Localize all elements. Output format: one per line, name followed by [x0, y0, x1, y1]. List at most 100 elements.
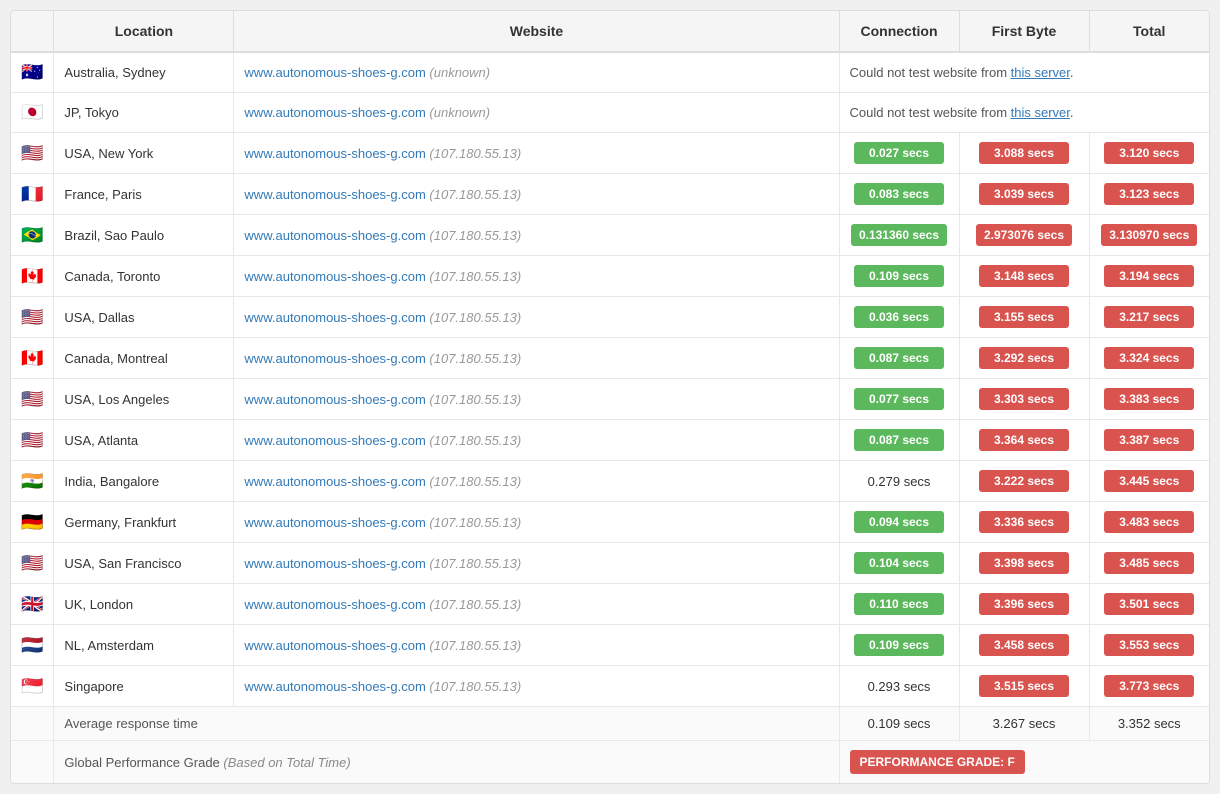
- flag-icon: 🇺🇸: [21, 389, 43, 409]
- website-url[interactable]: www.autonomous-shoes-g.com: [244, 638, 429, 653]
- flag-icon: 🇬🇧: [21, 594, 43, 614]
- website-url[interactable]: www.autonomous-shoes-g.com: [244, 433, 429, 448]
- col-total-header: Total: [1089, 11, 1209, 52]
- website-url[interactable]: www.autonomous-shoes-g.com: [244, 597, 429, 612]
- flag-icon: 🇺🇸: [21, 430, 43, 450]
- flag-icon: 🇦🇺: [21, 62, 43, 82]
- website-cell: www.autonomous-shoes-g.com (107.180.55.1…: [234, 174, 839, 215]
- website-cell: www.autonomous-shoes-g.com (107.180.55.1…: [234, 133, 839, 174]
- first-byte-badge: 3.148 secs: [979, 265, 1069, 287]
- connection-cell: 0.083 secs: [839, 174, 959, 215]
- website-cell: www.autonomous-shoes-g.com (107.180.55.1…: [234, 461, 839, 502]
- website-cell: www.autonomous-shoes-g.com (unknown): [234, 93, 839, 133]
- avg-first-byte: 3.267 secs: [959, 707, 1089, 741]
- first-byte-cell: 3.039 secs: [959, 174, 1089, 215]
- flag-cell: 🇨🇦: [11, 338, 54, 379]
- connection-badge: 0.094 secs: [854, 511, 944, 533]
- website-cell: www.autonomous-shoes-g.com (107.180.55.1…: [234, 297, 839, 338]
- connection-badge: 0.109 secs: [854, 634, 944, 656]
- website-url[interactable]: www.autonomous-shoes-g.com: [244, 187, 429, 202]
- table-row: 🇺🇸USA, Los Angeleswww.autonomous-shoes-g…: [11, 379, 1209, 420]
- flag-cell: 🇺🇸: [11, 420, 54, 461]
- website-ip: (107.180.55.13): [429, 638, 521, 653]
- flag-cell: 🇺🇸: [11, 379, 54, 420]
- first-byte-badge: 3.396 secs: [979, 593, 1069, 615]
- total-cell: 3.130970 secs: [1089, 215, 1209, 256]
- total-badge: 3.123 secs: [1104, 183, 1194, 205]
- website-url[interactable]: www.autonomous-shoes-g.com: [244, 474, 429, 489]
- total-cell: 3.194 secs: [1089, 256, 1209, 297]
- flag-icon: 🇺🇸: [21, 307, 43, 327]
- connection-cell: 0.110 secs: [839, 584, 959, 625]
- connection-value: 0.293 secs: [868, 679, 931, 694]
- website-url[interactable]: www.autonomous-shoes-g.com: [244, 146, 429, 161]
- connection-badge: 0.036 secs: [854, 306, 944, 328]
- col-flag: [11, 11, 54, 52]
- first-byte-cell: 2.973076 secs: [959, 215, 1089, 256]
- flag-cell: 🇫🇷: [11, 174, 54, 215]
- total-badge: 3.485 secs: [1104, 552, 1194, 574]
- website-url[interactable]: www.autonomous-shoes-g.com: [244, 679, 429, 694]
- website-url[interactable]: www.autonomous-shoes-g.com: [244, 556, 429, 571]
- location-name: India, Bangalore: [54, 461, 234, 502]
- website-ip: (107.180.55.13): [429, 597, 521, 612]
- flag-icon: 🇸🇬: [21, 676, 43, 696]
- website-url[interactable]: www.autonomous-shoes-g.com: [244, 228, 429, 243]
- table-row: 🇬🇧UK, Londonwww.autonomous-shoes-g.com (…: [11, 584, 1209, 625]
- location-name: NL, Amsterdam: [54, 625, 234, 666]
- flag-cell: 🇸🇬: [11, 666, 54, 707]
- total-badge: 3.773 secs: [1104, 675, 1194, 697]
- speed-test-table: Location Website Connection First Byte T…: [10, 10, 1210, 784]
- flag-cell: 🇺🇸: [11, 133, 54, 174]
- website-ip: (107.180.55.13): [429, 474, 521, 489]
- location-name: Canada, Toronto: [54, 256, 234, 297]
- website-url[interactable]: www.autonomous-shoes-g.com: [244, 392, 429, 407]
- total-cell: 3.383 secs: [1089, 379, 1209, 420]
- total-badge: 3.130970 secs: [1101, 224, 1197, 246]
- flag-icon: 🇯🇵: [21, 102, 43, 122]
- website-ip: (107.180.55.13): [429, 515, 521, 530]
- total-badge: 3.553 secs: [1104, 634, 1194, 656]
- website-url[interactable]: www.autonomous-shoes-g.com: [244, 65, 429, 80]
- location-name: Singapore: [54, 666, 234, 707]
- total-cell: 3.445 secs: [1089, 461, 1209, 502]
- connection-cell: 0.087 secs: [839, 420, 959, 461]
- col-first-byte-header: First Byte: [959, 11, 1089, 52]
- website-url[interactable]: www.autonomous-shoes-g.com: [244, 515, 429, 530]
- total-badge: 3.324 secs: [1104, 347, 1194, 369]
- total-badge: 3.194 secs: [1104, 265, 1194, 287]
- connection-badge: 0.110 secs: [854, 593, 944, 615]
- table-row: 🇸🇬Singaporewww.autonomous-shoes-g.com (1…: [11, 666, 1209, 707]
- connection-badge: 0.087 secs: [854, 429, 944, 451]
- table-row: 🇺🇸USA, San Franciscowww.autonomous-shoes…: [11, 543, 1209, 584]
- total-cell: 3.324 secs: [1089, 338, 1209, 379]
- table-row: 🇺🇸USA, Dallaswww.autonomous-shoes-g.com …: [11, 297, 1209, 338]
- total-cell: 3.773 secs: [1089, 666, 1209, 707]
- website-cell: www.autonomous-shoes-g.com (107.180.55.1…: [234, 625, 839, 666]
- no-test-message: Could not test website from this server.: [839, 52, 1209, 93]
- website-url[interactable]: www.autonomous-shoes-g.com: [244, 351, 429, 366]
- website-cell: www.autonomous-shoes-g.com (107.180.55.1…: [234, 502, 839, 543]
- connection-badge: 0.077 secs: [854, 388, 944, 410]
- table-row: 🇦🇺Australia, Sydneywww.autonomous-shoes-…: [11, 52, 1209, 93]
- first-byte-badge: 2.973076 secs: [976, 224, 1072, 246]
- website-cell: www.autonomous-shoes-g.com (107.180.55.1…: [234, 543, 839, 584]
- flag-icon: 🇨🇦: [21, 348, 43, 368]
- table-row: 🇩🇪Germany, Frankfurtwww.autonomous-shoes…: [11, 502, 1209, 543]
- website-url[interactable]: www.autonomous-shoes-g.com: [244, 105, 429, 120]
- first-byte-cell: 3.292 secs: [959, 338, 1089, 379]
- website-url[interactable]: www.autonomous-shoes-g.com: [244, 310, 429, 325]
- website-cell: www.autonomous-shoes-g.com (107.180.55.1…: [234, 379, 839, 420]
- server-link[interactable]: this server: [1011, 65, 1070, 80]
- website-cell: www.autonomous-shoes-g.com (107.180.55.1…: [234, 215, 839, 256]
- table-row: 🇺🇸USA, Atlantawww.autonomous-shoes-g.com…: [11, 420, 1209, 461]
- flag-icon: 🇧🇷: [21, 225, 43, 245]
- avg-flag-cell: [11, 707, 54, 741]
- first-byte-badge: 3.039 secs: [979, 183, 1069, 205]
- first-byte-badge: 3.515 secs: [979, 675, 1069, 697]
- website-url[interactable]: www.autonomous-shoes-g.com: [244, 269, 429, 284]
- total-badge: 3.501 secs: [1104, 593, 1194, 615]
- location-name: USA, San Francisco: [54, 543, 234, 584]
- server-link[interactable]: this server: [1011, 105, 1070, 120]
- total-cell: 3.123 secs: [1089, 174, 1209, 215]
